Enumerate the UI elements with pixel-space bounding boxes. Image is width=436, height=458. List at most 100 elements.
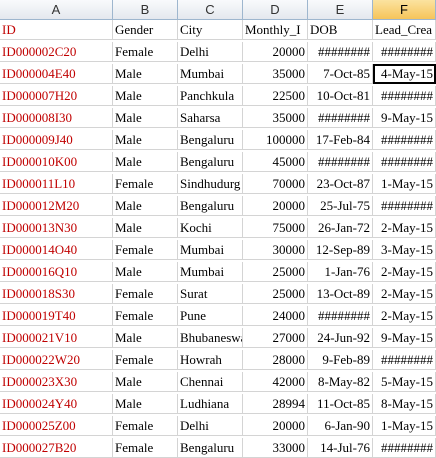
id-cell[interactable]: ID000013N30 <box>0 218 113 238</box>
column-header-b[interactable]: B <box>113 0 178 20</box>
city-cell[interactable]: Delhi <box>178 42 243 62</box>
id-cell[interactable]: ID000018S30 <box>0 284 113 304</box>
city-cell[interactable]: Delhi <box>178 416 243 436</box>
city-cell[interactable]: Pune <box>178 306 243 326</box>
gender-cell[interactable]: Female <box>113 240 178 260</box>
monthly-income-cell[interactable]: 28994 <box>243 394 308 414</box>
monthly-income-cell[interactable]: 30000 <box>243 240 308 260</box>
lead-creation-cell[interactable]: ######## <box>373 196 436 216</box>
monthly-income-cell[interactable]: 20000 <box>243 196 308 216</box>
id-cell[interactable]: ID000025Z00 <box>0 416 113 436</box>
monthly-income-cell[interactable]: 22500 <box>243 86 308 106</box>
dob-cell[interactable]: 23-Oct-87 <box>308 174 373 194</box>
dob-cell[interactable]: 8-May-82 <box>308 372 373 392</box>
dob-cell[interactable]: 7-Oct-85 <box>308 64 373 84</box>
gender-cell[interactable]: Female <box>113 42 178 62</box>
gender-cell[interactable]: Female <box>113 306 178 326</box>
field-header-city-cell[interactable]: City <box>178 20 243 40</box>
monthly-income-cell[interactable]: 42000 <box>243 372 308 392</box>
id-cell[interactable]: ID000014O40 <box>0 240 113 260</box>
lead-creation-cell[interactable]: 5-May-15 <box>373 372 436 392</box>
dob-cell[interactable]: 1-Jan-76 <box>308 262 373 282</box>
id-cell[interactable]: ID000004E40 <box>0 64 113 84</box>
city-cell[interactable]: Saharsa <box>178 108 243 128</box>
monthly-income-cell[interactable]: 25000 <box>243 262 308 282</box>
field-header-monthly-income-cell[interactable]: Monthly_I <box>243 20 308 40</box>
monthly-income-cell[interactable]: 28000 <box>243 350 308 370</box>
gender-cell[interactable]: Female <box>113 416 178 436</box>
id-cell[interactable]: ID000007H20 <box>0 86 113 106</box>
id-cell[interactable]: ID000016Q10 <box>0 262 113 282</box>
dob-cell[interactable]: 26-Jan-72 <box>308 218 373 238</box>
monthly-income-cell[interactable]: 25000 <box>243 284 308 304</box>
gender-cell[interactable]: Male <box>113 64 178 84</box>
dob-cell[interactable]: 12-Sep-89 <box>308 240 373 260</box>
lead-creation-cell[interactable]: ######## <box>373 42 436 62</box>
dob-cell[interactable]: 6-Jan-90 <box>308 416 373 436</box>
lead-creation-cell[interactable]: 8-May-15 <box>373 394 436 414</box>
lead-creation-cell[interactable]: ######## <box>373 350 436 370</box>
id-cell[interactable]: ID000010K00 <box>0 152 113 172</box>
city-cell[interactable]: Bengaluru <box>178 152 243 172</box>
dob-cell[interactable]: 14-Jul-76 <box>308 438 373 458</box>
column-header-a[interactable]: A <box>0 0 113 20</box>
dob-cell[interactable]: ######## <box>308 152 373 172</box>
lead-creation-cell[interactable]: ######## <box>373 130 436 150</box>
dob-cell[interactable]: 13-Oct-89 <box>308 284 373 304</box>
city-cell[interactable]: Chennai <box>178 372 243 392</box>
monthly-income-cell[interactable]: 20000 <box>243 42 308 62</box>
dob-cell[interactable]: 11-Oct-85 <box>308 394 373 414</box>
gender-cell[interactable]: Female <box>113 438 178 458</box>
dob-cell[interactable]: 24-Jun-92 <box>308 328 373 348</box>
field-header-gender-cell[interactable]: Gender <box>113 20 178 40</box>
id-cell[interactable]: ID000022W20 <box>0 350 113 370</box>
dob-cell[interactable]: 25-Jul-75 <box>308 196 373 216</box>
lead-creation-cell[interactable]: 4-May-15 <box>373 64 436 84</box>
dob-cell[interactable]: 9-Feb-89 <box>308 350 373 370</box>
city-cell[interactable]: Mumbai <box>178 240 243 260</box>
id-cell[interactable]: ID000012M20 <box>0 196 113 216</box>
monthly-income-cell[interactable]: 100000 <box>243 130 308 150</box>
city-cell[interactable]: Howrah <box>178 350 243 370</box>
city-cell[interactable]: Bengaluru <box>178 130 243 150</box>
id-cell[interactable]: ID000009J40 <box>0 130 113 150</box>
id-cell[interactable]: ID000011L10 <box>0 174 113 194</box>
monthly-income-cell[interactable]: 35000 <box>243 108 308 128</box>
monthly-income-cell[interactable]: 33000 <box>243 438 308 458</box>
city-cell[interactable]: Surat <box>178 284 243 304</box>
column-header-f[interactable]: F <box>373 0 436 20</box>
city-cell[interactable]: Bengaluru <box>178 196 243 216</box>
monthly-income-cell[interactable]: 27000 <box>243 328 308 348</box>
id-cell[interactable]: ID000008I30 <box>0 108 113 128</box>
monthly-income-cell[interactable]: 24000 <box>243 306 308 326</box>
monthly-income-cell[interactable]: 70000 <box>243 174 308 194</box>
lead-creation-cell[interactable]: 2-May-15 <box>373 262 436 282</box>
lead-creation-cell[interactable]: ######## <box>373 438 436 458</box>
column-header-c[interactable]: C <box>178 0 243 20</box>
lead-creation-cell[interactable]: 2-May-15 <box>373 284 436 304</box>
id-cell[interactable]: ID000023X30 <box>0 372 113 392</box>
lead-creation-cell[interactable]: ######## <box>373 152 436 172</box>
city-cell[interactable]: Bengaluru <box>178 438 243 458</box>
lead-creation-cell[interactable]: 1-May-15 <box>373 416 436 436</box>
dob-cell[interactable]: 17-Feb-84 <box>308 130 373 150</box>
field-header-id-cell[interactable]: ID <box>0 20 113 40</box>
gender-cell[interactable]: Male <box>113 196 178 216</box>
city-cell[interactable]: Ludhiana <box>178 394 243 414</box>
gender-cell[interactable]: Male <box>113 328 178 348</box>
gender-cell[interactable]: Male <box>113 152 178 172</box>
dob-cell[interactable]: ######## <box>308 108 373 128</box>
id-cell[interactable]: ID000019T40 <box>0 306 113 326</box>
gender-cell[interactable]: Female <box>113 174 178 194</box>
gender-cell[interactable]: Male <box>113 372 178 392</box>
gender-cell[interactable]: Male <box>113 108 178 128</box>
city-cell[interactable]: Panchkula <box>178 86 243 106</box>
city-cell[interactable]: Mumbai <box>178 262 243 282</box>
monthly-income-cell[interactable]: 75000 <box>243 218 308 238</box>
monthly-income-cell[interactable]: 35000 <box>243 64 308 84</box>
lead-creation-cell[interactable]: 1-May-15 <box>373 174 436 194</box>
dob-cell[interactable]: ######## <box>308 42 373 62</box>
city-cell[interactable]: Sindhudurg <box>178 174 243 194</box>
gender-cell[interactable]: Male <box>113 86 178 106</box>
column-header-d[interactable]: D <box>243 0 308 20</box>
